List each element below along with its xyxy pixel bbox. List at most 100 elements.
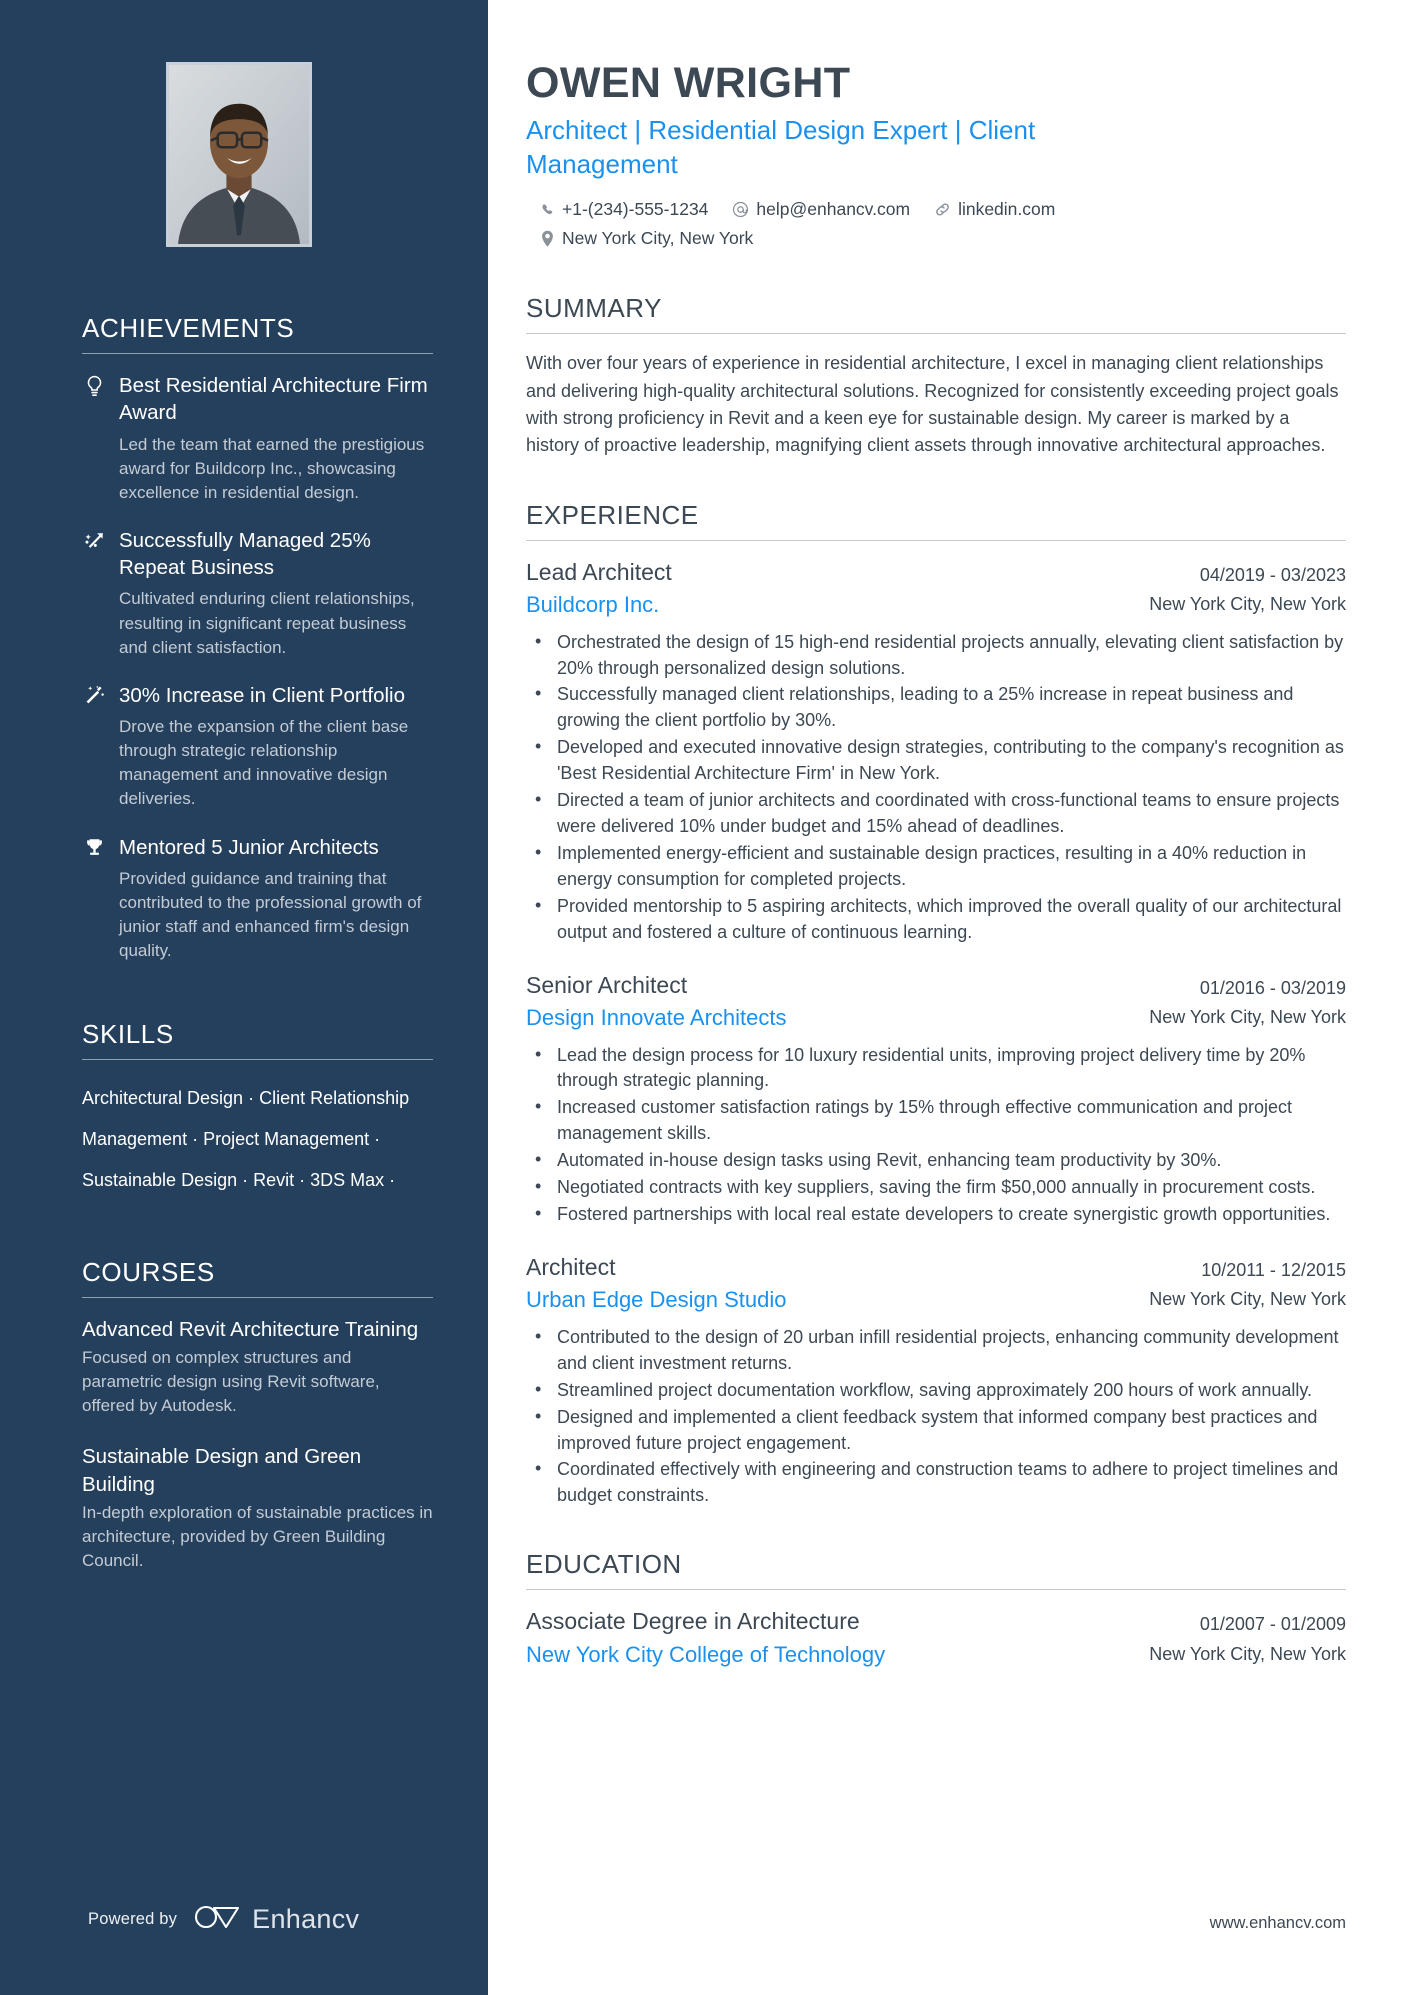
achievement-title: 30% Increase in Client Portfolio xyxy=(119,683,406,707)
main-content: OWEN WRIGHT Architect | Residential Desi… xyxy=(488,0,1410,1995)
entry-organization[interactable]: New York City College of Technology xyxy=(526,1640,1124,1670)
experience-list: Lead Architect Buildcorp Inc. 04/2019 - 03… xyxy=(526,557,1346,1510)
entry-header-row: Senior Architect Design Innovate Architec… xyxy=(526,970,1346,1033)
experience-divider xyxy=(526,539,1346,541)
phone-value: +1-(234)-555-1234 xyxy=(562,199,709,220)
entry-left-column: Associate Degree in Architecture New York… xyxy=(526,1606,1124,1669)
education-list: Associate Degree in Architecture New York… xyxy=(526,1606,1346,1669)
powered-by-label: Powered by xyxy=(88,1910,178,1928)
contact-email[interactable]: help@enhancv.com xyxy=(732,195,910,224)
email-value: help@enhancv.com xyxy=(756,199,911,220)
at-icon xyxy=(732,201,749,218)
courses-divider xyxy=(82,1296,433,1298)
entry-organization[interactable]: Buildcorp Inc. xyxy=(526,590,1124,620)
skill-item: Project Management xyxy=(203,1129,370,1150)
achievement-description: Cultivated enduring client relationships… xyxy=(119,589,415,657)
skill-separator: · xyxy=(237,1169,254,1190)
courses-heading: COURSES xyxy=(82,1256,215,1287)
enhancv-wordmark: Enhancv xyxy=(252,1904,360,1934)
entry-bullet-list: Contributed to the design of 20 urban in… xyxy=(526,1324,1346,1509)
skill-item: 3DS Max xyxy=(310,1169,385,1190)
skills-heading: SKILLS xyxy=(82,1019,174,1050)
achievement-title: Mentored 5 Junior Architects xyxy=(119,835,379,859)
achievement-item: Mentored 5 Junior Architects Provided gu… xyxy=(82,834,433,964)
course-description: In-depth exploration of sustainable prac… xyxy=(82,1502,433,1571)
achievement-item: Best Residential Architecture Firm Award… xyxy=(82,372,433,505)
skills-list: Architectural Design · Client Relationsh… xyxy=(82,1078,433,1201)
entry-bullet: Provided mentorship to 5 aspiring archit… xyxy=(526,893,1346,946)
achievement-title: Successfully Managed 25% Repeat Business xyxy=(119,528,371,580)
phone-icon xyxy=(540,202,555,217)
entry-bullet-list: Lead the design process for 10 luxury re… xyxy=(526,1042,1346,1228)
entry-bullet: Implemented energy-efficient and sustain… xyxy=(526,840,1346,893)
entry-dates: 01/2016 - 03/2019 xyxy=(1199,977,1346,998)
education-heading: EDUCATION xyxy=(526,1549,682,1580)
profile-photo xyxy=(166,62,312,247)
location-pin-icon xyxy=(540,230,555,247)
trending-up-icon xyxy=(82,527,106,551)
entry-left-column: Lead Architect Buildcorp Inc. xyxy=(526,557,1124,620)
experience-heading: EXPERIENCE xyxy=(526,499,699,530)
course-item: Sustainable Design and Green Building In… xyxy=(82,1443,433,1573)
link-icon xyxy=(934,201,951,218)
entry-right-column: 01/2007 - 01/2009 New York City, New York xyxy=(1146,1606,1346,1666)
education-entry: Associate Degree in Architecture New York… xyxy=(526,1606,1346,1669)
entry-right-column: 04/2019 - 03/2023 New York City, New York xyxy=(1146,557,1346,617)
summary-heading: SUMMARY xyxy=(526,293,662,324)
skill-separator: · xyxy=(187,1129,204,1150)
skill-item: Architectural Design xyxy=(82,1088,244,1109)
skill-separator: · xyxy=(384,1169,396,1190)
courses-section: COURSES Advanced Revit Architecture Trai… xyxy=(82,1257,433,1574)
achievements-heading: ACHIEVEMENTS xyxy=(82,313,295,343)
powered-by-footer: Powered by Enhancv xyxy=(88,1904,359,1935)
summary-section: SUMMARY With over four years of experien… xyxy=(526,293,1346,459)
enhancv-logo-icon xyxy=(194,1904,242,1935)
education-section: EDUCATION Associate Degree in Architectu… xyxy=(526,1549,1346,1669)
entry-bullet: Negotiated contracts with key suppliers,… xyxy=(526,1174,1346,1201)
entry-bullet: Automated in-house design tasks using Re… xyxy=(526,1147,1346,1174)
achievement-item: 30% Increase in Client Portfolio Drove t… xyxy=(82,682,433,812)
contact-linkedin[interactable]: linkedin.com xyxy=(934,195,1055,224)
trophy-icon xyxy=(82,834,106,858)
course-description: Focused on complex structures and parame… xyxy=(82,1348,380,1416)
entry-bullet: Successfully managed client relationship… xyxy=(526,681,1346,734)
course-item: Advanced Revit Architecture Training Foc… xyxy=(82,1316,433,1419)
entry-bullet: Fostered partnerships with local real es… xyxy=(526,1201,1346,1228)
sidebar: ACHIEVEMENTS Best Residential Architectu… xyxy=(0,0,488,1995)
skill-item: Revit xyxy=(253,1169,295,1190)
entry-title: Architect xyxy=(526,1253,616,1280)
site-url: www.enhancv.com xyxy=(1209,1914,1346,1932)
entry-bullet-list: Orchestrated the design of 15 high-end r… xyxy=(526,629,1346,946)
profile-photo-image xyxy=(169,65,309,244)
experience-entry: Lead Architect Buildcorp Inc. 04/2019 - 03… xyxy=(526,557,1346,946)
contact-phone[interactable]: +1-(234)-555-1234 xyxy=(540,195,708,224)
entry-right-column: 10/2011 - 12/2015 New York City, New York xyxy=(1146,1252,1346,1312)
entry-left-column: Architect Urban Edge Design Studio xyxy=(526,1252,1124,1315)
enhancv-brand: Enhancv xyxy=(194,1904,359,1935)
achievement-title: Best Residential Architecture Firm Award xyxy=(119,374,428,425)
contact-location: New York City, New York xyxy=(540,224,753,253)
achievement-description: Provided guidance and training that cont… xyxy=(119,868,422,961)
entry-bullet: Developed and executed innovative design… xyxy=(526,734,1346,787)
entry-dates: 04/2019 - 03/2023 xyxy=(1199,564,1346,585)
contact-row-primary: +1-(234)-555-1234 help@enhancv.com linke… xyxy=(540,195,1346,224)
entry-bullet: Orchestrated the design of 15 high-end r… xyxy=(526,629,1346,682)
entry-location: New York City, New York xyxy=(1149,593,1346,614)
entry-title: Associate Degree in Architecture xyxy=(526,1608,860,1635)
entry-right-column: 01/2016 - 03/2019 New York City, New York xyxy=(1146,970,1346,1030)
entry-location: New York City, New York xyxy=(1149,1643,1346,1664)
skill-separator: · xyxy=(243,1088,260,1109)
achievement-description: Led the team that earned the prestigious… xyxy=(119,434,425,502)
magic-wand-icon xyxy=(82,682,106,706)
skills-divider xyxy=(82,1059,433,1061)
skill-separator: · xyxy=(294,1169,311,1190)
entry-bullet: Directed a team of junior architects and… xyxy=(526,787,1346,840)
achievements-section: ACHIEVEMENTS Best Residential Architectu… xyxy=(82,313,433,963)
entry-left-column: Senior Architect Design Innovate Architec… xyxy=(526,970,1124,1033)
entry-organization[interactable]: Urban Edge Design Studio xyxy=(526,1285,1124,1315)
entry-organization[interactable]: Design Innovate Architects xyxy=(526,1003,1124,1033)
entry-header-row: Architect Urban Edge Design Studio 10/2011… xyxy=(526,1252,1346,1315)
entry-header-row: Lead Architect Buildcorp Inc. 04/2019 - 03… xyxy=(526,557,1346,620)
entry-bullet: Streamlined project documentation workfl… xyxy=(526,1377,1346,1404)
entry-location: New York City, New York xyxy=(1149,1289,1346,1310)
